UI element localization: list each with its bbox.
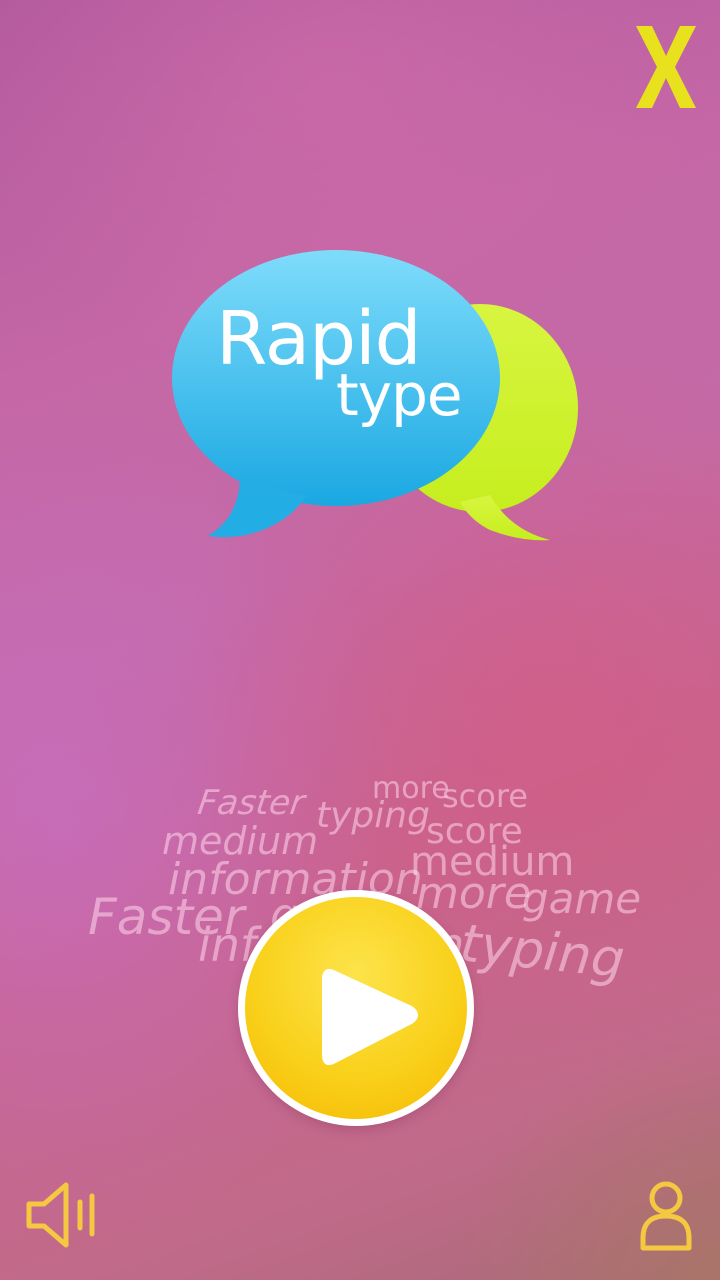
- cloud-word: medium: [410, 839, 575, 885]
- person-icon: [640, 1181, 692, 1251]
- profile-button[interactable]: [638, 1180, 694, 1252]
- play-button-face: [245, 897, 467, 1119]
- close-button[interactable]: [632, 22, 700, 112]
- cloud-word: game: [522, 874, 642, 923]
- play-icon: [322, 968, 418, 1066]
- sound-button[interactable]: [24, 1180, 102, 1250]
- game-logo: Rapid type: [160, 240, 590, 560]
- cloud-word: medium: [162, 819, 319, 863]
- close-x-icon: [636, 26, 696, 108]
- cloud-word: Faster: [88, 888, 245, 946]
- play-button[interactable]: [238, 890, 474, 1126]
- cloud-word: typing: [457, 913, 628, 991]
- cloud-word: typing: [316, 795, 430, 836]
- cloud-word: score: [442, 777, 528, 815]
- speaker-icon: [26, 1182, 95, 1248]
- logo-title-line2: type: [336, 361, 463, 429]
- cloud-word: Faster: [195, 783, 308, 823]
- cloud-word: more: [372, 771, 450, 806]
- cloud-word: score: [426, 811, 523, 852]
